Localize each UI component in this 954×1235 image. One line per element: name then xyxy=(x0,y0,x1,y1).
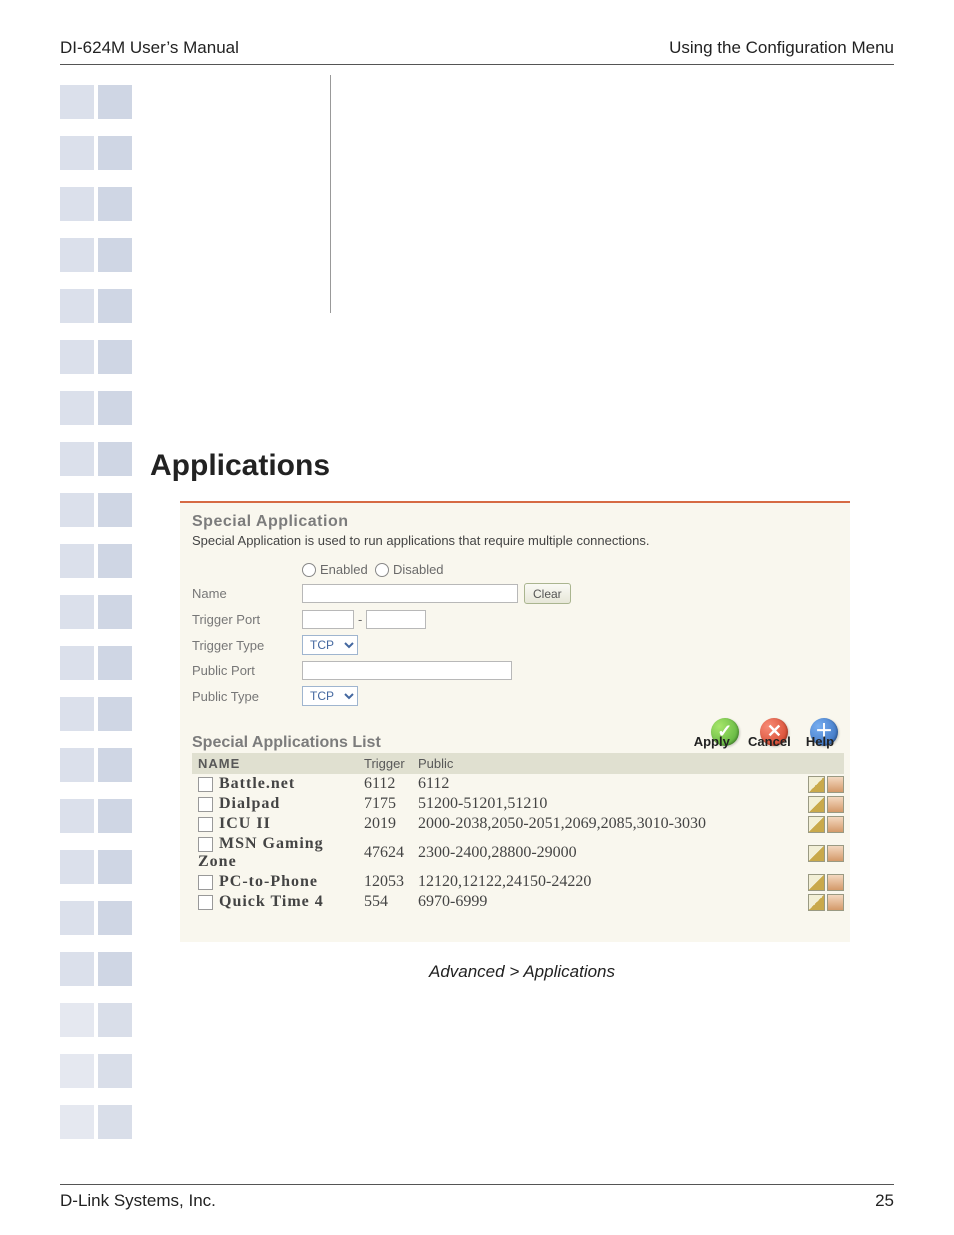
cancel-label: Cancel xyxy=(742,734,796,749)
row-checkbox[interactable] xyxy=(198,797,213,812)
header-right: Using the Configuration Menu xyxy=(669,38,894,58)
public-type-label: Public Type xyxy=(192,689,302,704)
decorative-column-1 xyxy=(60,85,94,1139)
disabled-label: Disabled xyxy=(393,562,444,577)
row-public: 51200-51201,51210 xyxy=(418,795,808,813)
row-checkbox[interactable] xyxy=(198,875,213,890)
table-row: Quick Time 4 5546970-6999 xyxy=(192,892,844,912)
public-port-label: Public Port xyxy=(192,663,302,678)
row-name: Quick Time 4 xyxy=(219,893,324,910)
edit-icon[interactable] xyxy=(808,874,825,891)
table-row: Battle.net 61126112 xyxy=(192,774,844,794)
row-trigger: 47624 xyxy=(364,844,418,862)
edit-icon[interactable] xyxy=(808,845,825,862)
panel-desc: Special Application is used to run appli… xyxy=(192,533,844,548)
edit-icon[interactable] xyxy=(808,796,825,813)
table-row: Dialpad 717551200-51201,51210 xyxy=(192,794,844,814)
row-name: MSN Gaming Zone xyxy=(198,835,324,870)
row-name: ICU II xyxy=(219,815,271,832)
footer-right: 25 xyxy=(875,1191,894,1211)
edit-icon[interactable] xyxy=(808,816,825,833)
vertical-rule xyxy=(330,75,331,313)
col-trigger: Trigger xyxy=(364,756,418,771)
trigger-port-start-input[interactable] xyxy=(302,610,354,629)
row-public: 6112 xyxy=(418,775,808,793)
decorative-column-2 xyxy=(98,85,132,1139)
edit-icon[interactable] xyxy=(808,776,825,793)
panel-title: Special Application xyxy=(192,513,844,531)
table-row: MSN Gaming Zone 476242300-2400,28800-2900… xyxy=(192,834,844,872)
name-input[interactable] xyxy=(302,584,518,603)
name-label: Name xyxy=(192,586,302,601)
edit-icon[interactable] xyxy=(808,894,825,911)
dash-label: - xyxy=(354,612,366,627)
trigger-port-end-input[interactable] xyxy=(366,610,426,629)
row-public: 2300-2400,28800-29000 xyxy=(418,844,808,862)
section-title: Applications xyxy=(150,449,894,483)
trigger-type-label: Trigger Type xyxy=(192,638,302,653)
row-trigger: 7175 xyxy=(364,795,418,813)
row-checkbox[interactable] xyxy=(198,817,213,832)
enabled-radio[interactable] xyxy=(302,563,316,577)
header-left: DI-624M User’s Manual xyxy=(60,38,239,58)
row-public: 2000-2038,2050-2051,2069,2085,3010-3030 xyxy=(418,815,808,833)
row-trigger: 6112 xyxy=(364,775,418,793)
trigger-type-select[interactable]: TCP xyxy=(302,635,358,655)
delete-icon[interactable] xyxy=(827,894,844,911)
trigger-port-label: Trigger Port xyxy=(192,612,302,627)
row-name: PC-to-Phone xyxy=(219,873,318,890)
help-label: Help xyxy=(800,734,840,749)
public-port-input[interactable] xyxy=(302,661,512,680)
clear-button[interactable]: Clear xyxy=(524,583,571,604)
col-name: NAME xyxy=(198,756,364,771)
list-header: NAME Trigger Public xyxy=(192,753,844,774)
row-trigger: 12053 xyxy=(364,873,418,891)
enabled-label: Enabled xyxy=(320,562,368,577)
footer-left: D-Link Systems, Inc. xyxy=(60,1191,216,1211)
row-name: Battle.net xyxy=(219,775,295,792)
row-public: 12120,12122,24150-24220 xyxy=(418,873,808,891)
delete-icon[interactable] xyxy=(827,874,844,891)
disabled-radio[interactable] xyxy=(375,563,389,577)
screenshot-panel: Special Application Special Application … xyxy=(180,501,850,942)
table-row: PC-to-Phone 1205312120,12122,24150-24220 xyxy=(192,872,844,892)
public-type-select[interactable]: TCP xyxy=(302,686,358,706)
col-public: Public xyxy=(418,756,808,771)
delete-icon[interactable] xyxy=(827,816,844,833)
row-name: Dialpad xyxy=(219,795,280,812)
delete-icon[interactable] xyxy=(827,796,844,813)
row-checkbox[interactable] xyxy=(198,777,213,792)
table-row: ICU II 20192000-2038,2050-2051,2069,2085,… xyxy=(192,814,844,834)
apply-label: Apply xyxy=(685,734,739,749)
row-checkbox[interactable] xyxy=(198,895,213,910)
figure-caption: Advanced > Applications xyxy=(150,962,894,982)
row-checkbox[interactable] xyxy=(198,837,213,852)
row-trigger: 554 xyxy=(364,893,418,911)
row-public: 6970-6999 xyxy=(418,893,808,911)
delete-icon[interactable] xyxy=(827,776,844,793)
row-trigger: 2019 xyxy=(364,815,418,833)
delete-icon[interactable] xyxy=(827,845,844,862)
